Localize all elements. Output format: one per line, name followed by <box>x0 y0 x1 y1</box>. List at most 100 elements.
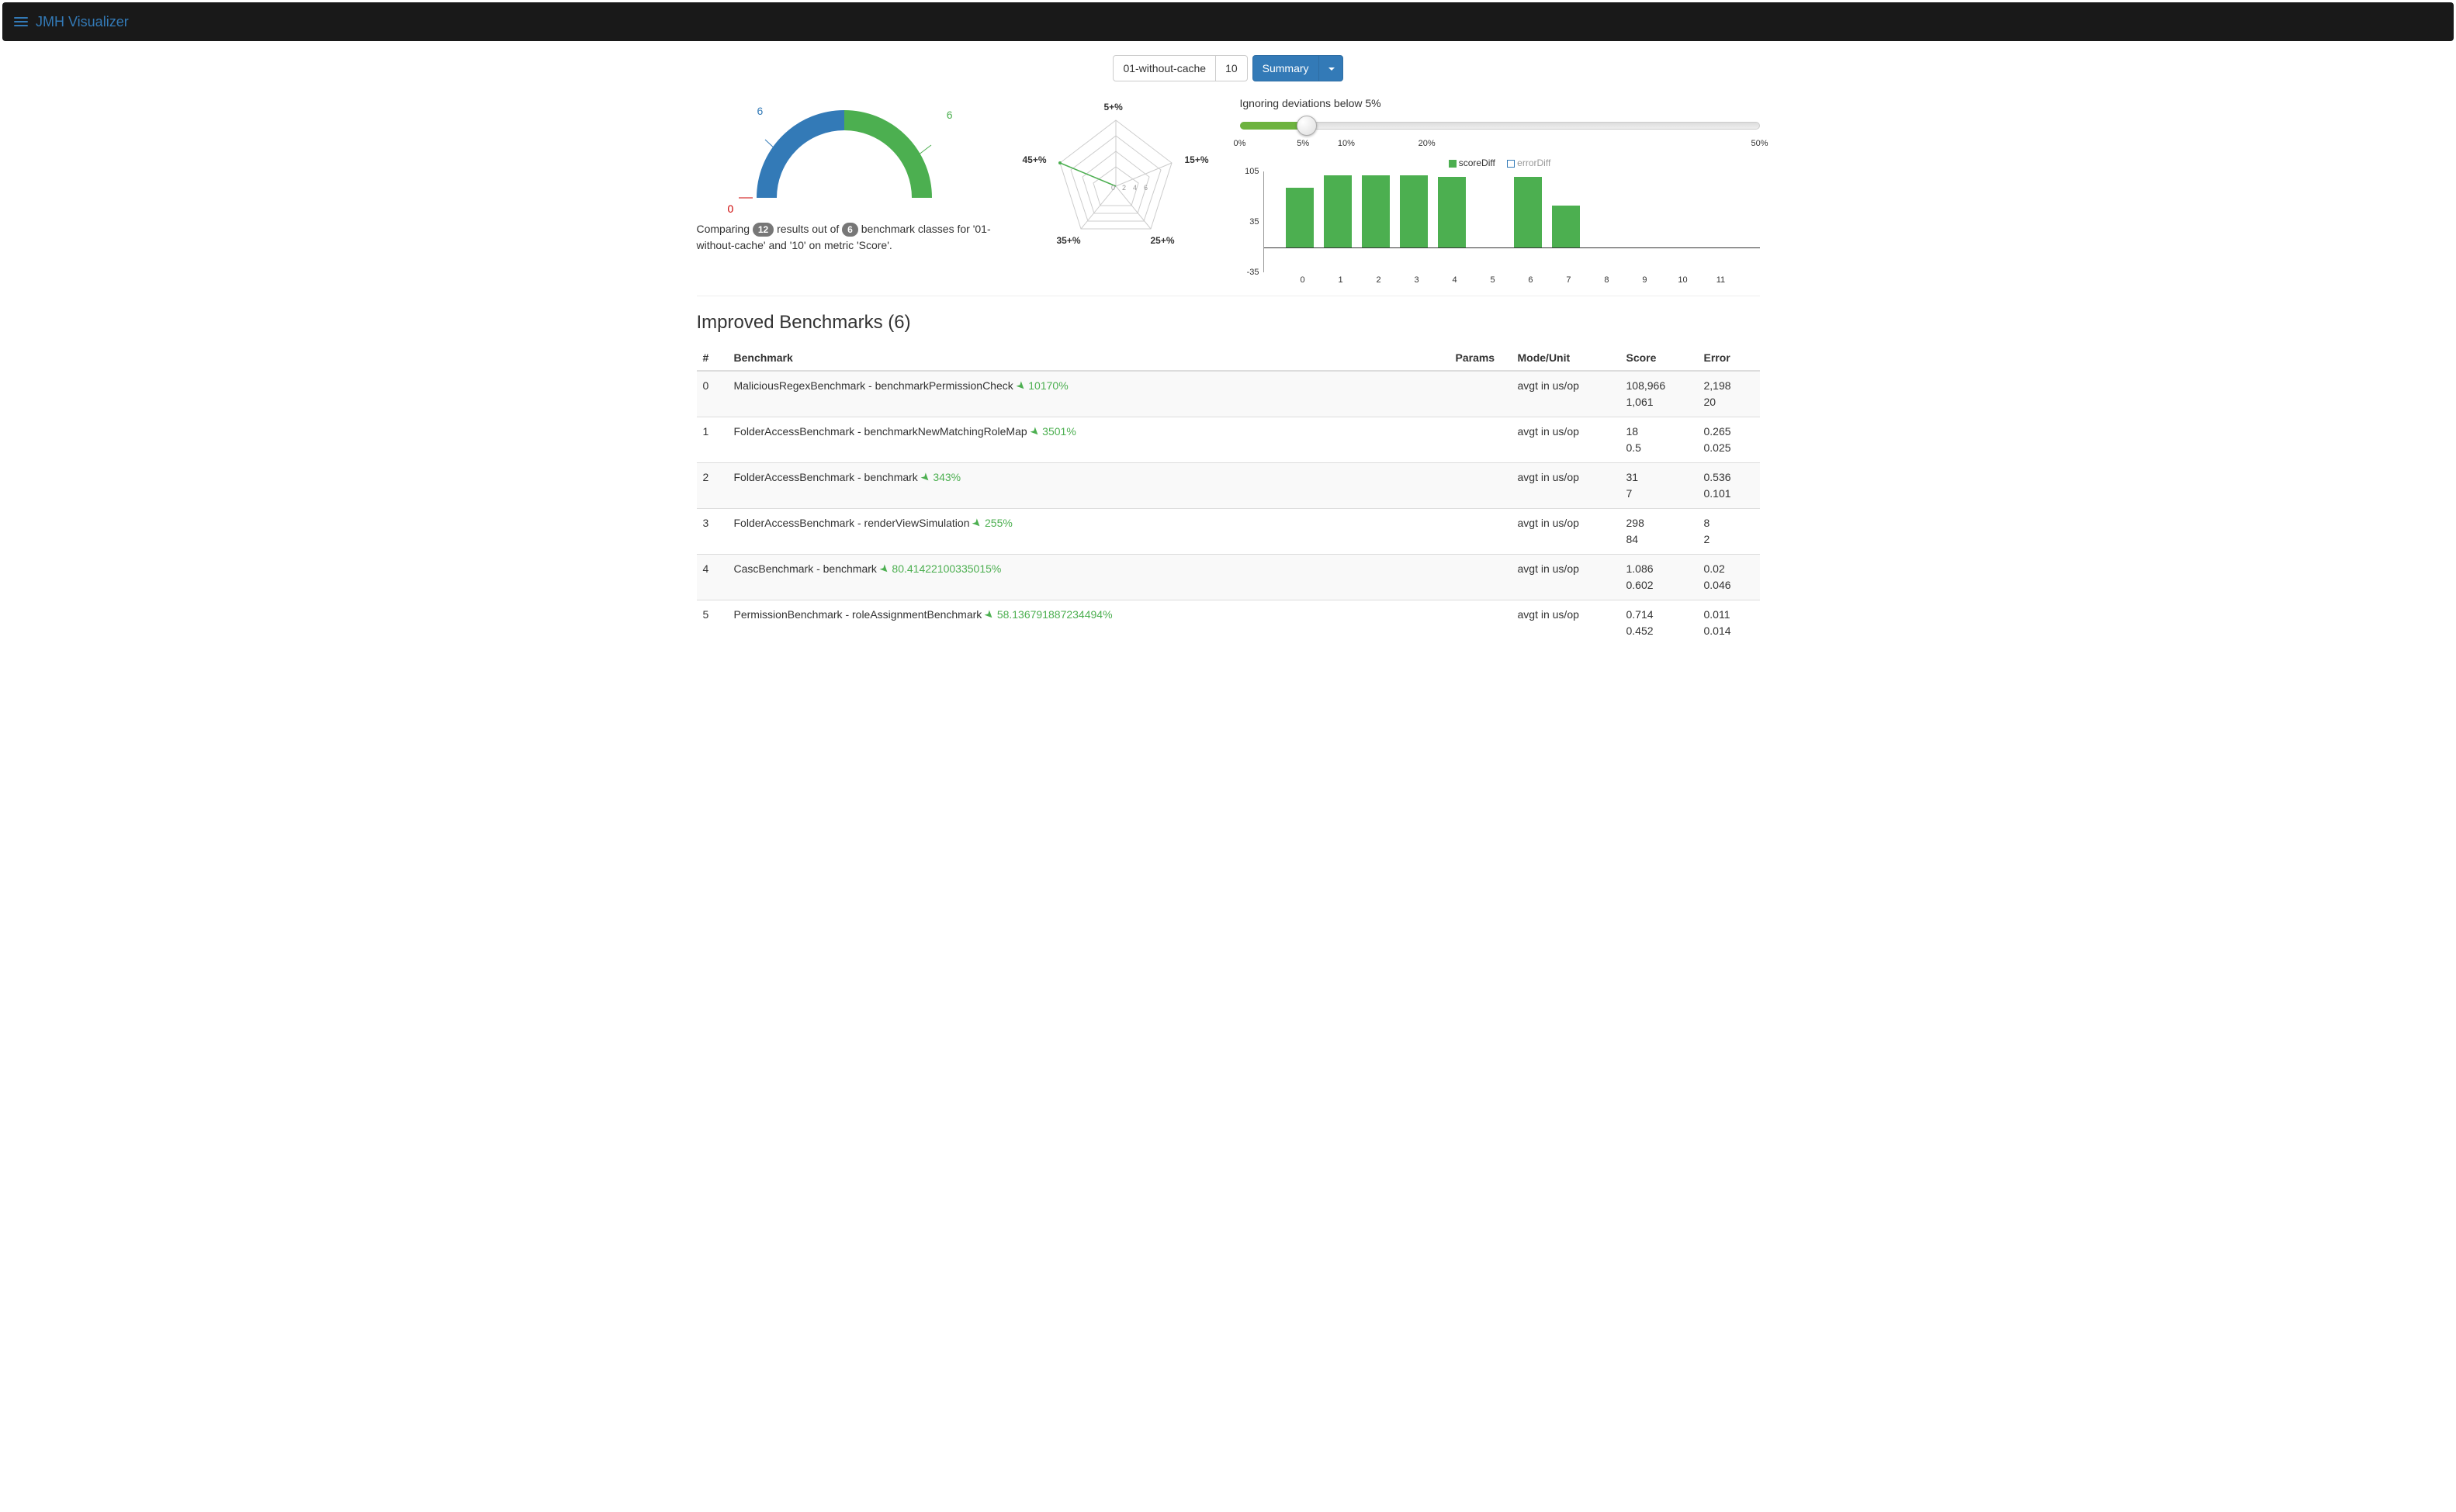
deviation-slider[interactable] <box>1240 116 1760 134</box>
table-row[interactable]: 5PermissionBenchmark - roleAssignmentBen… <box>697 600 1760 646</box>
barchart-ylabel: 105 <box>1245 167 1263 176</box>
slider-tick: 0% <box>1234 139 1246 148</box>
slider-fill <box>1240 122 1302 130</box>
cell-error: 0.0110.014 <box>1698 600 1760 646</box>
svg-text:0: 0 <box>1111 184 1115 192</box>
improve-pct: 3501% <box>1042 425 1076 438</box>
slider-thumb[interactable] <box>1297 116 1317 136</box>
slider-tick: 5% <box>1297 139 1309 148</box>
menu-icon[interactable] <box>14 17 28 26</box>
barchart-xlabel: 9 <box>1642 272 1647 285</box>
cell-params <box>1450 509 1512 555</box>
arrow-up-right-icon: ➤ <box>916 469 934 486</box>
summary-dropdown-toggle[interactable] <box>1318 55 1343 81</box>
barchart-xlabel: 2 <box>1376 272 1380 285</box>
legend-errordiff[interactable]: errorDiff <box>1507 157 1550 168</box>
slider-tick: 50% <box>1751 139 1768 148</box>
slider-ticks: 0%5%10%20%50% <box>1240 139 1760 151</box>
bar[interactable] <box>1362 175 1390 247</box>
bar[interactable] <box>1514 177 1542 247</box>
bar[interactable] <box>1400 175 1428 247</box>
bar[interactable] <box>1286 188 1314 247</box>
cell-index: 4 <box>697 555 728 600</box>
barchart-xlabel: 11 <box>1716 272 1725 285</box>
improve-pct: 80.41422100335015% <box>892 562 1001 575</box>
improve-pct: 255% <box>985 517 1013 529</box>
bar[interactable] <box>1324 175 1352 247</box>
cell-params <box>1450 463 1512 509</box>
summary-button-group: Summary <box>1252 55 1343 81</box>
cell-mode: avgt in us/op <box>1512 463 1620 509</box>
svg-text:4: 4 <box>1133 184 1137 192</box>
summary-text: Comparing 12 results out of 6 benchmark … <box>697 221 992 254</box>
overview-row: 0 6 6 Comparing 12 results out of 6 benc… <box>697 97 1760 272</box>
barchart-xlabel: 5 <box>1490 272 1495 285</box>
barchart-xlabel: 0 <box>1300 272 1304 285</box>
cell-benchmark: MaliciousRegexBenchmark - benchmarkPermi… <box>728 371 1450 417</box>
th-mode: Mode/Unit <box>1512 345 1620 371</box>
barchart-ylabel: -35 <box>1247 268 1264 277</box>
cell-mode: avgt in us/op <box>1512 371 1620 417</box>
th-benchmark: Benchmark <box>728 345 1450 371</box>
run2-button[interactable]: 10 <box>1215 55 1248 81</box>
toolbar: 01-without-cache 10 Summary <box>697 55 1760 81</box>
gauge-label-right: 6 <box>947 109 953 121</box>
radar-chart: 0 2 4 6 5+% 15+% 25+% 35+% 45+% <box>1023 97 1209 252</box>
improved-table: # Benchmark Params Mode/Unit Score Error… <box>697 345 1760 645</box>
improve-pct: 58.136791887234494% <box>997 608 1113 621</box>
table-row[interactable]: 4CascBenchmark - benchmark ➤ 80.41422100… <box>697 555 1760 600</box>
arrow-up-right-icon: ➤ <box>980 606 998 624</box>
gauge-column: 0 6 6 Comparing 12 results out of 6 benc… <box>697 97 992 254</box>
brand-link[interactable]: JMH Visualizer <box>14 14 129 30</box>
cell-mode: avgt in us/op <box>1512 509 1620 555</box>
barchart-xlabel: 8 <box>1604 272 1609 285</box>
table-row[interactable]: 2FolderAccessBenchmark - benchmark ➤ 343… <box>697 463 1760 509</box>
cell-error: 2,19820 <box>1698 371 1760 417</box>
barchart-xlabel: 7 <box>1566 272 1571 285</box>
improve-pct: 343% <box>933 471 961 483</box>
cell-params <box>1450 600 1512 646</box>
slider-label: Ignoring deviations below 5% <box>1240 97 1760 109</box>
cell-score: 180.5 <box>1620 417 1698 463</box>
radar-column: 0 2 4 6 5+% 15+% 25+% 35+% 45+% <box>1007 97 1225 252</box>
caret-down-icon <box>1328 67 1335 71</box>
slider-tick: 10% <box>1338 139 1355 148</box>
cell-benchmark: CascBenchmark - benchmark ➤ 80.414221003… <box>728 555 1450 600</box>
cell-index: 3 <box>697 509 728 555</box>
bar[interactable] <box>1438 177 1466 247</box>
table-row[interactable]: 1FolderAccessBenchmark - benchmarkNewMat… <box>697 417 1760 463</box>
radar-label-45: 45+% <box>1023 154 1047 165</box>
barchart-xlabel: 10 <box>1678 272 1687 285</box>
diff-barchart: -353510501234567891011 <box>1263 171 1760 272</box>
table-row[interactable]: 3FolderAccessBenchmark - renderViewSimul… <box>697 509 1760 555</box>
cell-benchmark: PermissionBenchmark - roleAssignmentBenc… <box>728 600 1450 646</box>
swatch-blue-icon <box>1507 160 1515 168</box>
gauge-label-left: 6 <box>757 105 764 117</box>
cell-params <box>1450 555 1512 600</box>
cell-error: 0.2650.025 <box>1698 417 1760 463</box>
gauge-label-zero: 0 <box>728 202 734 215</box>
radar-label-35: 35+% <box>1057 235 1081 246</box>
cell-score: 1.0860.602 <box>1620 555 1698 600</box>
cell-error: 0.020.046 <box>1698 555 1760 600</box>
summary-button[interactable]: Summary <box>1252 55 1319 81</box>
th-score: Score <box>1620 345 1698 371</box>
slider-track <box>1240 122 1760 130</box>
run1-button[interactable]: 01-without-cache <box>1113 55 1216 81</box>
cell-index: 5 <box>697 600 728 646</box>
bar[interactable] <box>1552 206 1580 247</box>
brand-text: JMH Visualizer <box>36 14 129 30</box>
th-index: # <box>697 345 728 371</box>
summary-count1-badge: 12 <box>753 223 774 237</box>
improve-pct: 10170% <box>1028 379 1068 392</box>
cell-params <box>1450 371 1512 417</box>
svg-text:6: 6 <box>1144 184 1148 192</box>
cell-benchmark: FolderAccessBenchmark - renderViewSimula… <box>728 509 1450 555</box>
barchart-xlabel: 1 <box>1338 272 1342 285</box>
cell-mode: avgt in us/op <box>1512 555 1620 600</box>
barchart-legend: scoreDiff errorDiff <box>1240 157 1760 168</box>
cell-score: 29884 <box>1620 509 1698 555</box>
swatch-green-icon <box>1449 160 1457 168</box>
table-row[interactable]: 0MaliciousRegexBenchmark - benchmarkPerm… <box>697 371 1760 417</box>
legend-scorediff[interactable]: scoreDiff <box>1449 157 1495 168</box>
